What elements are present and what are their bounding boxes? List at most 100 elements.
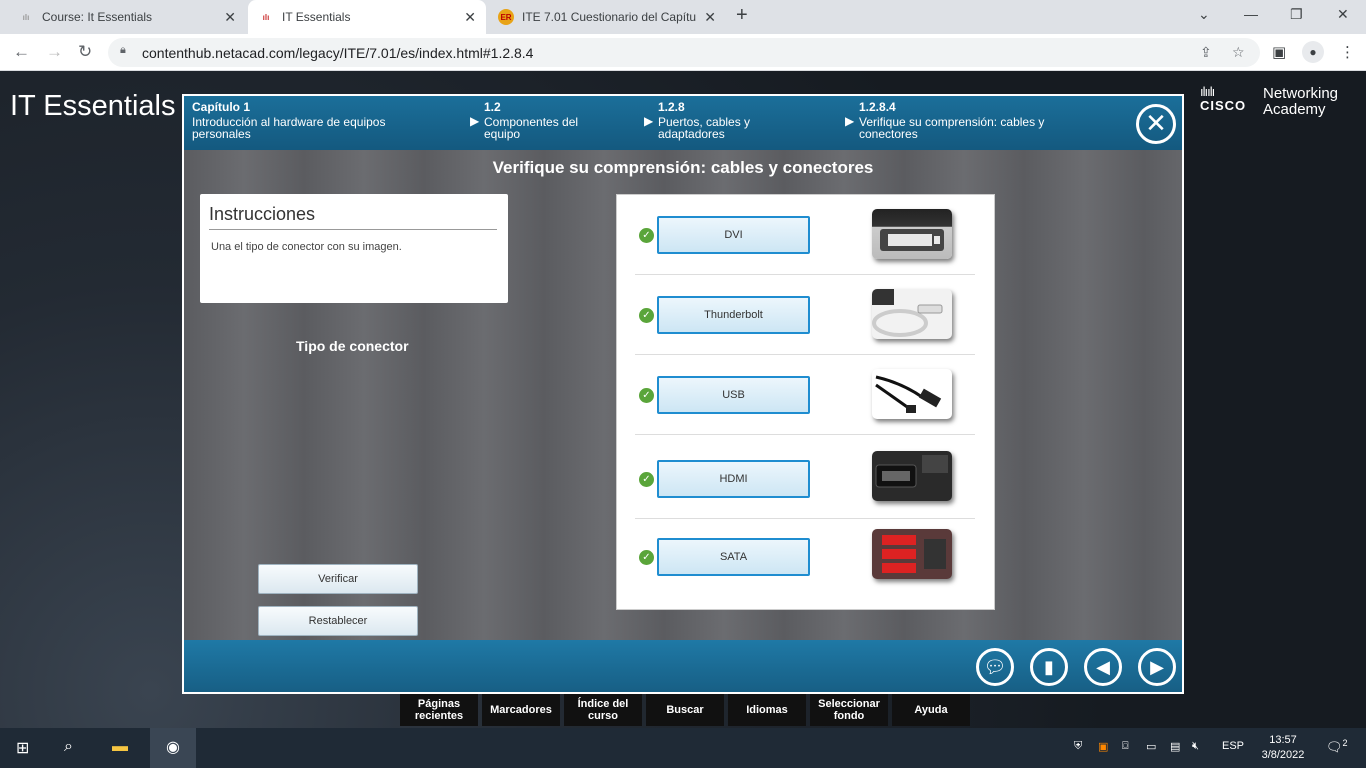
url-text: contenthub.netacad.com/legacy/ITE/7.01/e… (142, 45, 534, 61)
answer-usb[interactable]: USB (657, 376, 810, 414)
menu-search[interactable]: Buscar (646, 694, 724, 726)
clock[interactable]: 13:57 3/8/2022 (1258, 733, 1308, 763)
tab-title: ITE 7.01 Cuestionario del Capítulo (522, 10, 697, 24)
breadcrumb-page[interactable]: ▶ 1.2.8.4 Verifique su comprensión: cabl… (845, 100, 1069, 141)
file-explorer-icon[interactable]: ▬ (112, 738, 128, 756)
close-tab-icon[interactable]: ✕ (464, 9, 476, 26)
thunderbolt-cable-icon (872, 289, 943, 337)
instructions-box: Instrucciones Una el tipo de conector co… (200, 194, 508, 303)
new-tab-icon[interactable]: + (736, 4, 748, 27)
chat-icon[interactable]: 💬︎ (976, 648, 1014, 686)
camera-icon[interactable]: ⌼ (1122, 740, 1129, 753)
course-frame: Capítulo 1 Introducción al hardware de e… (182, 94, 1184, 694)
previous-icon[interactable]: ◀ (1084, 648, 1122, 686)
lock-icon: 🔒︎ (120, 44, 126, 56)
defender-icon[interactable]: ⛨ (1074, 740, 1082, 753)
answer-sata[interactable]: SATA (657, 538, 810, 576)
breadcrumb-label: Introducción al hardware de equipos pers… (192, 115, 386, 141)
tab-course[interactable]: ılı Course: It Essentials ✕ (8, 0, 246, 34)
reload-icon[interactable]: ↻ (78, 42, 92, 62)
hdmi-connector-image (872, 451, 952, 501)
answer-dvi[interactable]: DVI (657, 216, 810, 254)
bottom-menu: Páginas recientes Marcadores Índice del … (400, 694, 974, 728)
restore-icon[interactable]: ❐ (1290, 6, 1303, 23)
dvi-connector-icon (880, 229, 944, 251)
cisco-favicon-icon: ılı (262, 12, 270, 22)
instructions-title: Instrucciones (209, 204, 316, 224)
menu-languages[interactable]: Idiomas (728, 694, 806, 726)
clock-date: 3/8/2022 (1261, 749, 1305, 761)
breadcrumb-num: 1.2.8.4 (859, 100, 896, 114)
java-update-icon[interactable]: ▣ (1098, 740, 1108, 753)
chrome-taskbar-icon[interactable]: ◉ (150, 728, 196, 768)
profile-avatar-icon[interactable]: ● (1302, 41, 1324, 63)
forward-icon[interactable]: → (46, 42, 63, 62)
touchpad-icon[interactable]: ▤ (1170, 740, 1180, 753)
volume-muted-icon[interactable]: 🔇︎ (1192, 740, 1199, 753)
check-icon: ✓ (639, 472, 654, 487)
divider (209, 229, 497, 230)
match-row: ✓ DVI (635, 195, 975, 275)
close-tab-icon[interactable]: ✕ (224, 9, 236, 26)
sata-ports-image (872, 529, 952, 579)
close-window-icon[interactable]: ✕ (1337, 6, 1349, 23)
tab-it-essentials[interactable]: ılı IT Essentials ✕ (248, 0, 486, 34)
match-row: ✓ USB (635, 355, 975, 435)
side-panel-icon[interactable]: ▣ (1272, 43, 1286, 61)
minimize-icon[interactable]: — (1244, 6, 1258, 22)
breadcrumb-label: Componentes del equipo (484, 115, 579, 141)
search-icon[interactable]: ⌕ (64, 738, 73, 756)
back-icon[interactable]: ← (13, 42, 30, 62)
tab-search-icon[interactable]: ⌄ (1198, 6, 1210, 23)
match-row: ✓ Thunderbolt (635, 275, 975, 355)
dvi-connector-image (872, 209, 952, 259)
thunderbolt-cable-image (872, 289, 952, 339)
bookmark-star-icon[interactable]: ☆ (1232, 44, 1245, 61)
tab-title: Course: It Essentials (42, 10, 153, 24)
chevron-right-icon: ▶ (470, 114, 480, 128)
reset-button[interactable]: Restablecer (258, 606, 418, 636)
cisco-bars-icon: ılıılı (1200, 84, 1215, 99)
share-icon[interactable]: ⇪ (1200, 44, 1212, 61)
notifications-icon[interactable]: 🗨︎2 (1326, 738, 1348, 755)
input-language[interactable]: ESP (1222, 740, 1244, 752)
er-favicon-icon: ER (498, 9, 514, 25)
answer-hdmi[interactable]: HDMI (657, 460, 810, 498)
verify-button[interactable]: Verificar (258, 564, 418, 594)
sata-ports-icon (882, 535, 946, 573)
cisco-favicon-icon: ılı (22, 12, 30, 22)
breadcrumb-num: 1.2 (484, 100, 501, 114)
browser-tab-strip: ılı Course: It Essentials ✕ ılı IT Essen… (0, 0, 1366, 34)
cisco-wordmark: CISCO (1200, 98, 1247, 113)
brand-line-1: Networking (1263, 85, 1339, 102)
breadcrumb-num: Capítulo 1 (192, 100, 251, 114)
hdmi-connector-icon (875, 455, 948, 488)
bookmark-icon[interactable]: ▮ (1030, 648, 1068, 686)
menu-kebab-icon[interactable]: ⋮ (1340, 43, 1355, 61)
brand-line-2: Academy (1263, 101, 1326, 118)
match-row: ✓ SATA (635, 519, 975, 599)
instructions-text: Una el tipo de conector con su imagen. (211, 241, 402, 253)
check-icon: ✓ (639, 388, 654, 403)
windows-start-icon[interactable]: ⊞ (16, 738, 29, 758)
menu-select-background[interactable]: Seleccionar fondo (810, 694, 888, 726)
chevron-right-icon: ▶ (845, 114, 855, 128)
check-icon: ✓ (639, 228, 654, 243)
close-icon[interactable]: ✕ (1136, 104, 1176, 144)
breadcrumb-chapter[interactable]: Capítulo 1 Introducción al hardware de e… (192, 101, 422, 140)
menu-recent-pages[interactable]: Páginas recientes (400, 694, 478, 726)
source-label: Tipo de conector (296, 338, 409, 354)
next-icon[interactable]: ▶ (1138, 648, 1176, 686)
tab-cuestionario[interactable]: ER ITE 7.01 Cuestionario del Capítulo ✕ (488, 0, 726, 34)
notification-count: 2 (1342, 738, 1348, 748)
address-bar[interactable]: 🔒︎ contenthub.netacad.com/legacy/ITE/7.0… (108, 38, 1260, 67)
menu-course-index[interactable]: Índice del curso (564, 694, 642, 726)
answer-thunderbolt[interactable]: Thunderbolt (657, 296, 810, 334)
menu-help[interactable]: Ayuda (892, 694, 970, 726)
breadcrumb-label: Verifique su comprensión: cables y conec… (859, 115, 1045, 141)
network-icon[interactable]: ▭ (1146, 740, 1156, 753)
breadcrumb-topic[interactable]: ▶ 1.2.8 Puertos, cables y adaptadores (644, 101, 788, 140)
menu-bookmarks[interactable]: Marcadores (482, 694, 560, 726)
close-tab-icon[interactable]: ✕ (704, 9, 716, 26)
breadcrumb-section[interactable]: ▶ 1.2 Componentes del equipo (470, 100, 604, 141)
